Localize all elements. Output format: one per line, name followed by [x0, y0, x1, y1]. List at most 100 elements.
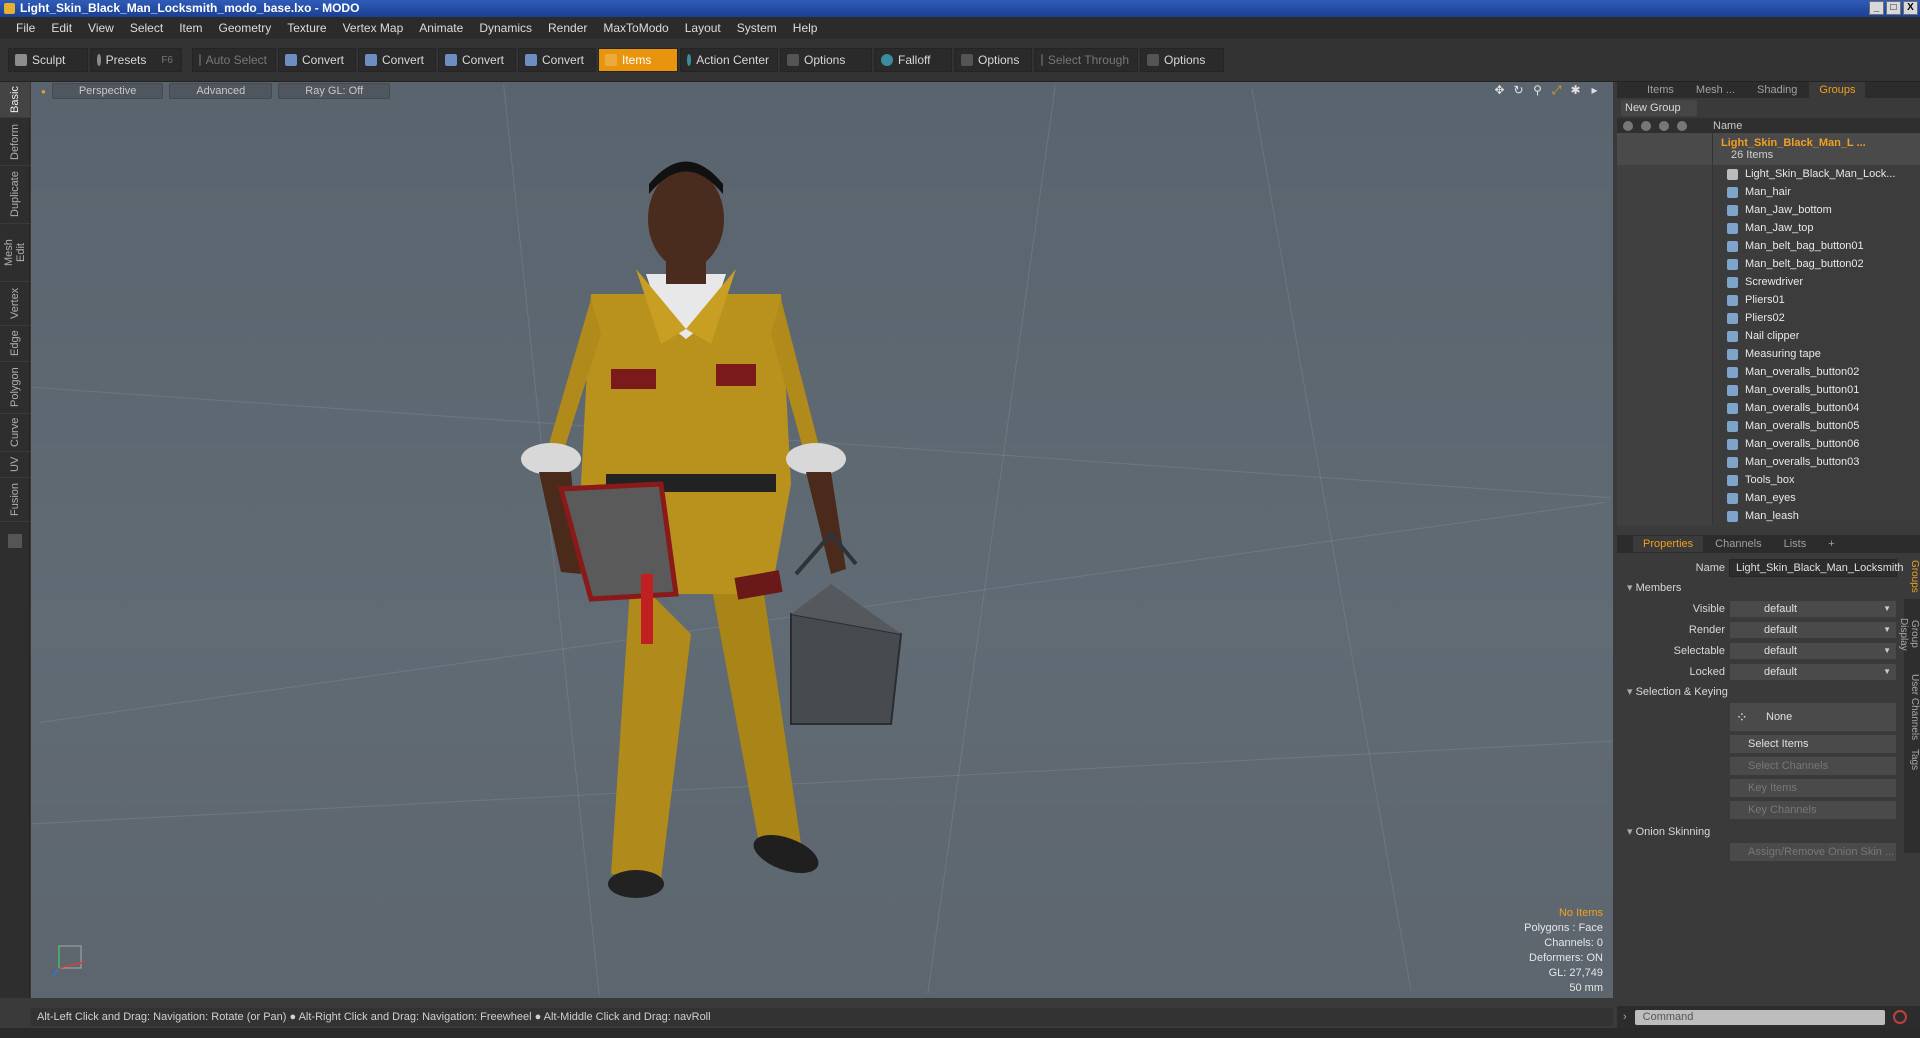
tab-shading[interactable]: Shading	[1747, 82, 1807, 98]
select-items-button[interactable]: Select Items	[1729, 734, 1897, 754]
close-button[interactable]: X	[1903, 1, 1918, 15]
tab-polygon[interactable]: Polygon	[0, 362, 30, 414]
tab-deform[interactable]: Deform	[0, 118, 30, 166]
tab-uv[interactable]: UV	[0, 452, 30, 478]
name-column-header[interactable]: Name	[1713, 120, 1742, 132]
tree-item[interactable]: Man_eyes	[1617, 489, 1920, 507]
menu-dynamics[interactable]: Dynamics	[471, 21, 540, 35]
viewport-menu-icon[interactable]: ●	[41, 87, 46, 96]
side-tab-tags[interactable]: Tags	[1904, 745, 1920, 775]
tree-item[interactable]: Nail clipper	[1617, 327, 1920, 345]
menu-file[interactable]: File	[8, 21, 43, 35]
falloff-button[interactable]: Falloff	[874, 48, 952, 72]
tree-item[interactable]: Pliers02	[1617, 309, 1920, 327]
select-through-button[interactable]: Select Through	[1034, 48, 1138, 72]
tab-mesh-edit[interactable]: Mesh Edit	[0, 224, 30, 282]
side-tab-groups[interactable]: Groups	[1904, 553, 1920, 599]
convert-button-3[interactable]: Convert	[438, 48, 516, 72]
convert-button-1[interactable]: Convert	[278, 48, 356, 72]
new-group-button[interactable]: New Group	[1621, 100, 1697, 116]
tree-item[interactable]: Man_overalls_button06	[1617, 435, 1920, 453]
tab-groups[interactable]: Groups	[1809, 82, 1866, 98]
view-type-dropdown[interactable]: Perspective	[51, 83, 164, 99]
tab-basic[interactable]: Basic	[0, 82, 30, 118]
menu-texture[interactable]: Texture	[279, 21, 334, 35]
tree-item[interactable]: Screwdriver	[1617, 273, 1920, 291]
select-channels-button[interactable]: Select Channels	[1729, 756, 1897, 776]
minimize-button[interactable]: _	[1869, 1, 1884, 15]
expand-tabs-icon[interactable]	[8, 534, 22, 548]
tree-item[interactable]: Man_Jaw_top	[1617, 219, 1920, 237]
tree-item[interactable]: Man_overalls_button02	[1617, 363, 1920, 381]
viewport-settings-icon[interactable]: ✱	[1569, 84, 1582, 97]
fit-icon[interactable]: ⤢	[1550, 84, 1563, 97]
add-tab-button[interactable]: +	[1818, 536, 1844, 552]
lock-column-icon[interactable]	[1677, 120, 1687, 131]
command-input[interactable]: Command	[1634, 1009, 1885, 1025]
tree-item[interactable]: Man_belt_bag_button01	[1617, 237, 1920, 255]
shading-mode-dropdown[interactable]: Advanced	[169, 83, 273, 99]
tab-mesh[interactable]: Mesh ...	[1686, 82, 1745, 98]
key-channels-button[interactable]: Key Channels	[1729, 800, 1897, 820]
locked-dropdown[interactable]: default	[1729, 662, 1897, 681]
visible-dropdown[interactable]: default	[1729, 599, 1897, 618]
auto-select-button[interactable]: Auto Select	[192, 48, 276, 72]
pan-icon[interactable]: ✥	[1493, 84, 1506, 97]
menu-edit[interactable]: Edit	[43, 21, 80, 35]
menu-geometry[interactable]: Geometry	[211, 21, 280, 35]
tab-channels[interactable]: Channels	[1705, 536, 1771, 552]
menu-select[interactable]: Select	[122, 21, 171, 35]
tab-vertex[interactable]: Vertex	[0, 282, 30, 326]
tree-item[interactable]: Man_hair	[1617, 183, 1920, 201]
character-model[interactable]	[461, 154, 961, 914]
menu-view[interactable]: View	[80, 21, 122, 35]
tree-item[interactable]: Man_leash	[1617, 507, 1920, 525]
menu-system[interactable]: System	[729, 21, 785, 35]
tab-properties[interactable]: Properties	[1633, 536, 1704, 552]
tree-item[interactable]: Man_belt_bag_button02	[1617, 255, 1920, 273]
tab-fusion[interactable]: Fusion	[0, 478, 30, 522]
items-mode-button[interactable]: Items	[598, 48, 678, 72]
name-field[interactable]: Light_Skin_Black_Man_Locksmith	[1729, 558, 1904, 577]
menu-help[interactable]: Help	[785, 21, 826, 35]
assign-onion-skin-button[interactable]: Assign/Remove Onion Skin ...	[1729, 842, 1897, 862]
action-center-button[interactable]: Action Center	[680, 48, 778, 72]
members-section[interactable]: Members	[1623, 578, 1914, 598]
selectable-dropdown[interactable]: default	[1729, 641, 1897, 660]
tree-item[interactable]: Light_Skin_Black_Man_Lock...	[1617, 165, 1920, 183]
tab-duplicate[interactable]: Duplicate	[0, 166, 30, 224]
tab-edge[interactable]: Edge	[0, 326, 30, 362]
menu-layout[interactable]: Layout	[677, 21, 729, 35]
viewport-expand-icon[interactable]: ▸	[1588, 84, 1601, 97]
render-dropdown[interactable]: default	[1729, 620, 1897, 639]
tree-item[interactable]: Man_overalls_button04	[1617, 399, 1920, 417]
key-items-button[interactable]: Key Items	[1729, 778, 1897, 798]
tree-item[interactable]: Pliers01	[1617, 291, 1920, 309]
group-row[interactable]: Light_Skin_Black_Man_L ... 26 Items	[1617, 133, 1920, 165]
menu-animate[interactable]: Animate	[411, 21, 471, 35]
sculpt-button[interactable]: Sculpt	[8, 48, 88, 72]
action-center-options-button[interactable]: Options	[780, 48, 872, 72]
menu-render[interactable]: Render	[540, 21, 595, 35]
menu-item[interactable]: Item	[171, 21, 210, 35]
convert-button-2[interactable]: Convert	[358, 48, 436, 72]
tree-item[interactable]: Man_overalls_button01	[1617, 381, 1920, 399]
falloff-options-button[interactable]: Options	[954, 48, 1032, 72]
command-stop-icon[interactable]	[1892, 1010, 1907, 1024]
side-tab-group-display[interactable]: Group Display	[1898, 599, 1920, 669]
3d-viewport[interactable]: ● Perspective Advanced Ray GL: Off ✥ ↻ ⚲…	[31, 82, 1613, 998]
menu-maxtomodo[interactable]: MaxToModo	[595, 21, 676, 35]
tree-item[interactable]: Tools_box	[1617, 471, 1920, 489]
presets-button[interactable]: Presets F6	[90, 48, 182, 72]
visibility-column-icon[interactable]	[1623, 120, 1633, 131]
tab-curve[interactable]: Curve	[0, 414, 30, 452]
tab-lists[interactable]: Lists	[1774, 536, 1817, 552]
convert-button-4[interactable]: Convert	[518, 48, 596, 72]
render-column-icon[interactable]	[1641, 120, 1651, 131]
tree-item[interactable]: Man_overalls_button03	[1617, 453, 1920, 471]
tab-items[interactable]: Items	[1637, 82, 1684, 98]
rotate-icon[interactable]: ↻	[1512, 84, 1525, 97]
side-tab-user-channels[interactable]: User Channels	[1904, 669, 1920, 745]
tree-item[interactable]: Man_overalls_button05	[1617, 417, 1920, 435]
zoom-icon[interactable]: ⚲	[1531, 84, 1544, 97]
